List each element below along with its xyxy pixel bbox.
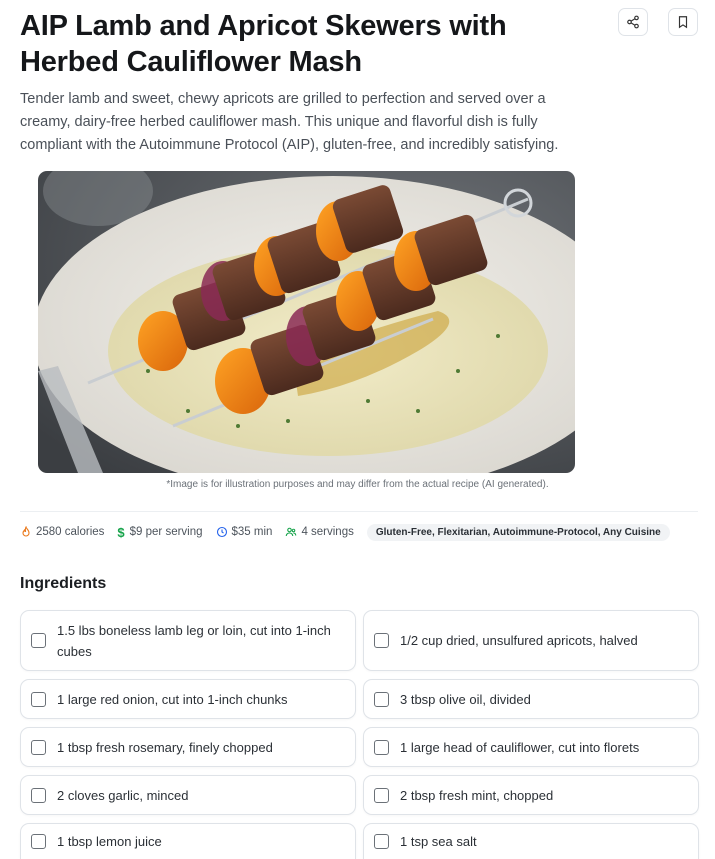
ingredient-item[interactable]: 2 cloves garlic, minced: [20, 775, 356, 815]
time-text: $35 min: [231, 526, 273, 538]
recipe-title: AIP Lamb and Apricot Skewers with Herbed…: [20, 10, 507, 78]
dollar-icon: $: [117, 524, 125, 540]
ingredient-item[interactable]: 1 tbsp lemon juice: [20, 823, 356, 859]
bookmark-icon: [678, 16, 688, 29]
ingredient-text: 1 large head of cauliflower, cut into fl…: [400, 739, 640, 755]
image-caption: *Image is for illustration purposes and …: [166, 479, 549, 490]
ingredient-text: 2 tbsp fresh mint, chopped: [400, 787, 554, 803]
ingredient-checkbox[interactable]: [374, 834, 389, 849]
ingredient-text: 1 large red onion, cut into 1-inch chunk…: [57, 691, 288, 707]
ingredient-text: 1 tbsp lemon juice: [57, 834, 162, 849]
ingredient-text: 1 tsp sea salt: [400, 834, 477, 849]
ingredient-text: 1.5 lbs boneless lamb leg or loin, cut i…: [57, 622, 331, 659]
servings-text: 4 servings: [301, 526, 354, 538]
clock-icon: [216, 526, 227, 538]
share-icon: [627, 15, 639, 29]
recipe-meta: 2580 calories $ $9 per serving $35 min 4…: [20, 522, 670, 542]
calories-text: 2580 calories: [36, 526, 105, 538]
ingredient-checkbox[interactable]: [374, 691, 389, 707]
cost-stat: $ $9 per serving: [117, 525, 202, 540]
recipe-description: Tender lamb and sweet, chewy apricots ar…: [20, 91, 559, 153]
cost-text: $9 per serving: [129, 526, 203, 538]
share-button[interactable]: [618, 8, 648, 36]
ingredient-item[interactable]: 1 tsp sea salt: [363, 823, 699, 859]
ingredient-checkbox[interactable]: [374, 633, 389, 648]
users-icon: [286, 527, 297, 537]
ingredient-text: 1 tbsp fresh rosemary, finely chopped: [57, 739, 273, 755]
ingredient-checkbox[interactable]: [374, 787, 389, 803]
ingredient-text: 2 cloves garlic, minced: [57, 787, 189, 803]
ingredient-item[interactable]: 1 large head of cauliflower, cut into fl…: [363, 727, 699, 767]
time-stat: $35 min: [216, 526, 273, 538]
diet-tags-badge: Gluten-Free, Flexitarian, Autoimmune-Pro…: [366, 523, 670, 541]
servings-stat: 4 servings: [285, 526, 354, 538]
ingredient-text: 3 tbsp olive oil, divided: [400, 691, 531, 707]
ingredient-checkbox[interactable]: [31, 834, 46, 849]
ingredient-checkbox[interactable]: [31, 739, 46, 755]
ingredient-item[interactable]: 1/2 cup dried, unsulfured apricots, halv…: [363, 610, 699, 671]
recipe-image: [38, 171, 575, 473]
ingredient-item[interactable]: 1 large red onion, cut into 1-inch chunk…: [20, 679, 356, 719]
ingredient-item[interactable]: 1.5 lbs boneless lamb leg or loin, cut i…: [20, 610, 356, 671]
ingredient-item[interactable]: 1 tbsp fresh rosemary, finely chopped: [20, 727, 356, 767]
ingredient-checkbox[interactable]: [374, 739, 389, 755]
ingredient-item[interactable]: 3 tbsp olive oil, divided: [363, 679, 699, 719]
bookmark-button[interactable]: [668, 8, 698, 36]
ingredient-checkbox[interactable]: [31, 787, 46, 803]
calories-stat: 2580 calories: [20, 526, 104, 538]
flame-icon: [22, 526, 30, 537]
ingredients-heading: Ingredients: [20, 575, 107, 592]
ingredient-item[interactable]: 2 tbsp fresh mint, chopped: [363, 775, 699, 815]
divider: [20, 511, 698, 512]
ingredient-text: 1/2 cup dried, unsulfured apricots, halv…: [400, 633, 638, 648]
ingredient-checkbox[interactable]: [31, 633, 46, 648]
ingredient-checkbox[interactable]: [31, 691, 46, 707]
